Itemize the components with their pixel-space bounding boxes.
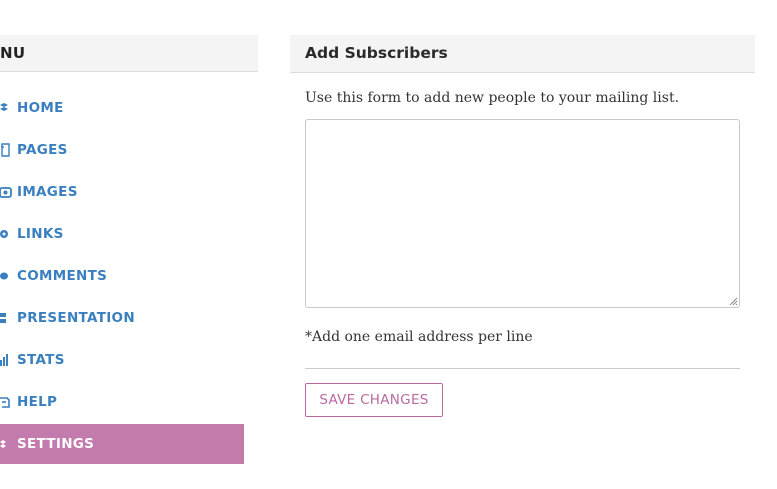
sidebar-item-label: PRESENTATION bbox=[17, 310, 135, 326]
bar-chart-icon bbox=[0, 353, 14, 367]
sidebar-item-home[interactable]: HOME bbox=[0, 87, 244, 129]
sidebar-item-help[interactable]: HELP bbox=[0, 381, 244, 423]
page-icon bbox=[0, 143, 14, 157]
sidebar-nav: HOME PAGES IMAGES LINKS COMMENTS PRESENT… bbox=[0, 87, 244, 464]
layout-icon bbox=[0, 311, 14, 325]
sidebar-item-label: IMAGES bbox=[17, 184, 78, 200]
camera-icon bbox=[0, 185, 14, 199]
intro-text: Use this form to add new people to your … bbox=[305, 90, 680, 106]
divider bbox=[305, 368, 740, 369]
sidebar-item-stats[interactable]: STATS bbox=[0, 339, 244, 381]
hint-text: *Add one email address per line bbox=[305, 329, 533, 345]
sidebar-item-label: HELP bbox=[17, 394, 58, 410]
sidebar-item-images[interactable]: IMAGES bbox=[0, 171, 244, 213]
sidebar-item-label: PAGES bbox=[17, 142, 68, 158]
help-icon bbox=[0, 395, 14, 409]
subscribers-textarea[interactable] bbox=[305, 119, 740, 308]
sidebar-item-label: HOME bbox=[17, 100, 64, 116]
sidebar-item-comments[interactable]: COMMENTS bbox=[0, 255, 244, 297]
sidebar-item-label: COMMENTS bbox=[17, 268, 108, 284]
sidebar-title: NU bbox=[0, 44, 26, 62]
sidebar-item-label: STATS bbox=[17, 352, 65, 368]
home-icon bbox=[0, 101, 14, 115]
sidebar-item-settings[interactable]: SETTINGS bbox=[0, 424, 244, 464]
sidebar-item-pages[interactable]: PAGES bbox=[0, 129, 244, 171]
sidebar-header: NU bbox=[0, 35, 258, 72]
save-changes-button[interactable]: SAVE CHANGES bbox=[305, 383, 443, 417]
comment-icon bbox=[0, 269, 14, 283]
sidebar-item-presentation[interactable]: PRESENTATION bbox=[0, 297, 244, 339]
panel-header: Add Subscribers bbox=[290, 35, 755, 73]
sidebar-item-label: SETTINGS bbox=[17, 436, 95, 452]
sidebar-item-links[interactable]: LINKS bbox=[0, 213, 244, 255]
link-icon bbox=[0, 227, 14, 241]
resize-grip-icon[interactable] bbox=[728, 296, 738, 306]
sidebar-item-label: LINKS bbox=[17, 226, 64, 242]
page-title: Add Subscribers bbox=[305, 44, 448, 62]
gear-icon bbox=[0, 437, 14, 451]
